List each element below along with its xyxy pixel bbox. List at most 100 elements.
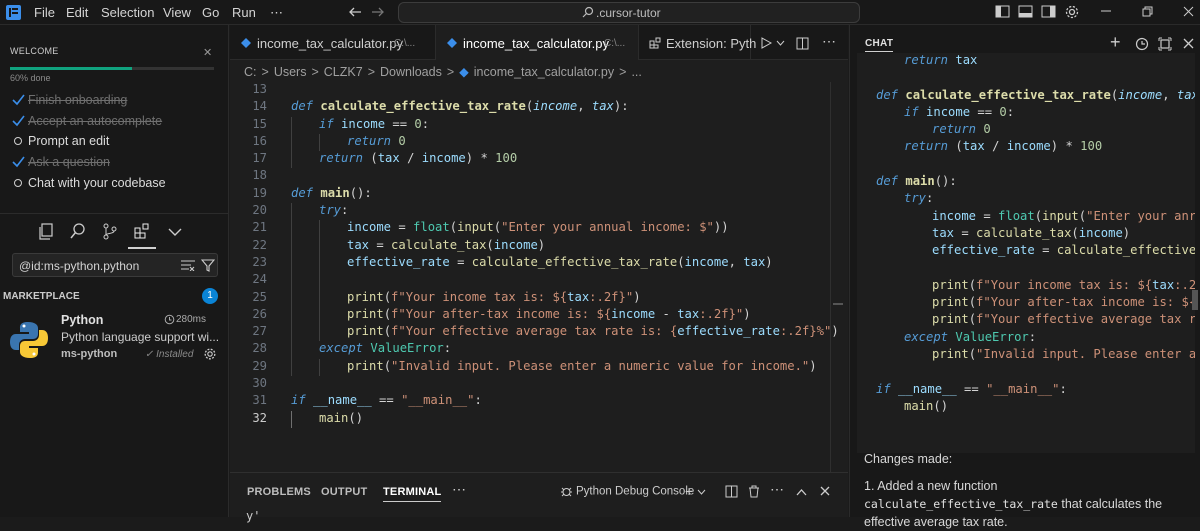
scrollbar-track[interactable] xyxy=(830,82,831,472)
source-control-icon[interactable] xyxy=(102,223,118,240)
debug-icon xyxy=(561,487,572,497)
menu-go[interactable]: Go xyxy=(202,5,219,20)
restore-icon[interactable] xyxy=(1142,6,1153,17)
history-icon[interactable] xyxy=(1135,37,1149,51)
chevron-down-icon[interactable] xyxy=(697,489,706,496)
tab-output[interactable]: OUTPUT xyxy=(321,486,367,498)
terminal-output[interactable]: y' xyxy=(246,509,260,523)
tab-terminal[interactable]: TERMINAL xyxy=(383,486,442,502)
chevron-up-icon[interactable] xyxy=(796,488,807,496)
extension-item-python[interactable]: Python 280ms Python language support wi.… xyxy=(0,308,228,368)
chevron-down-icon[interactable] xyxy=(168,227,182,237)
menu-more[interactable]: ⋯ xyxy=(270,5,283,21)
command-center-label: .cursor-tutor xyxy=(596,6,661,20)
code-text: print(f"Your income tax is: ${tax:.2f}") xyxy=(347,289,641,304)
run-icon[interactable] xyxy=(760,37,772,49)
code-text: if income == 0: xyxy=(319,116,430,131)
split-editor-icon[interactable] xyxy=(796,37,809,50)
more-actions-icon[interactable]: ⋯ xyxy=(452,481,466,498)
line-number: 20 xyxy=(252,203,267,218)
scrollbar-thumb[interactable] xyxy=(833,303,843,305)
menu-selection[interactable]: Selection xyxy=(101,5,154,20)
close-icon[interactable]: ✕ xyxy=(203,46,212,59)
breadcrumb-item[interactable]: ... xyxy=(631,65,641,79)
files-icon[interactable] xyxy=(38,223,54,240)
extensions-icon xyxy=(649,37,661,49)
gear-icon[interactable] xyxy=(1064,4,1080,20)
step-label: Chat with your codebase xyxy=(28,176,166,190)
code-text: if __name__ == "__main__": xyxy=(291,393,482,408)
tab-extension-python[interactable]: Extension: Pyth xyxy=(639,25,756,60)
close-icon[interactable] xyxy=(1183,38,1194,49)
tab-path: C:\... xyxy=(604,38,626,49)
breadcrumb-item[interactable]: Downloads xyxy=(380,65,442,79)
breadcrumb-item[interactable]: income_tax_calculator.py xyxy=(474,65,614,79)
clear-filter-icon[interactable] xyxy=(181,259,195,271)
chat-code-block[interactable]: return tax def calculate_effective_tax_r… xyxy=(857,53,1195,453)
code-text: print(f"Your effective average tax r xyxy=(932,312,1195,327)
toggle-secondary-sidebar-icon[interactable] xyxy=(1041,4,1056,19)
code-text: def calculate_effective_tax_rate(income,… xyxy=(291,99,629,114)
close-icon[interactable] xyxy=(1183,6,1194,17)
menu-edit[interactable]: Edit xyxy=(66,5,88,20)
menu-view[interactable]: View xyxy=(163,5,191,20)
tab-income-tax-calculator-2[interactable]: income_tax_calculator.py C:\... xyxy=(436,25,639,60)
code-line: 32 main() xyxy=(230,410,830,428)
code-text: try: xyxy=(319,203,349,218)
arrow-left-icon[interactable] xyxy=(348,5,362,19)
extension-search-input[interactable] xyxy=(19,257,169,274)
add-terminal-icon[interactable]: + xyxy=(685,483,693,499)
code-text: except ValueError: xyxy=(904,329,1037,344)
command-center[interactable]: .cursor-tutor xyxy=(398,2,860,23)
gear-icon[interactable] xyxy=(203,347,217,361)
line-number: 15 xyxy=(252,116,267,131)
menu-file[interactable]: File xyxy=(34,5,55,20)
tab-problems[interactable]: PROBLEMS xyxy=(247,486,311,498)
tab-bar: income_tax_calculator.py C:\... income_t… xyxy=(230,25,848,60)
terminal-selector[interactable]: Python Debug Console xyxy=(560,485,694,498)
filter-icon[interactable] xyxy=(201,258,215,272)
menu-run[interactable]: Run xyxy=(232,5,256,20)
split-terminal-icon[interactable] xyxy=(725,485,738,498)
code-text: print(f"Your after-tax income is: ${inco… xyxy=(347,306,751,321)
toggle-panel-icon[interactable] xyxy=(1018,4,1033,19)
line-number: 23 xyxy=(252,254,267,269)
code-line: except ValueError: xyxy=(857,330,1195,347)
breadcrumb-item[interactable]: C: xyxy=(244,65,257,79)
chevron-down-icon[interactable] xyxy=(776,40,785,47)
trash-icon[interactable] xyxy=(748,485,760,498)
breadcrumb-item[interactable]: Users xyxy=(274,65,307,79)
python-file-icon xyxy=(447,38,457,48)
extensions-icon[interactable] xyxy=(134,223,150,240)
line-number: 31 xyxy=(252,393,267,408)
more-actions-icon[interactable]: ⋯ xyxy=(770,481,784,498)
tab-income-tax-calculator-1[interactable]: income_tax_calculator.py C:\... xyxy=(230,25,436,60)
new-chat-icon[interactable]: + xyxy=(1110,32,1121,53)
line-number: 27 xyxy=(252,324,267,339)
search-icon[interactable] xyxy=(70,223,86,240)
maximize-icon[interactable] xyxy=(1158,37,1172,51)
code-line: 23 effective_rate = calculate_effective_t… xyxy=(230,254,830,273)
more-actions-icon[interactable]: ⋯ xyxy=(822,33,836,50)
toggle-sidebar-icon[interactable] xyxy=(995,4,1010,19)
code-text: except ValueError: xyxy=(319,341,452,356)
check-icon xyxy=(12,115,25,127)
arrow-right-icon[interactable] xyxy=(371,5,385,19)
code-editor[interactable]: 13 14 def calculate_effective_tax_rate(in… xyxy=(230,82,839,428)
scrollbar-thumb[interactable] xyxy=(1192,290,1198,310)
minimize-icon[interactable] xyxy=(1100,9,1112,13)
close-icon[interactable] xyxy=(820,486,830,496)
check-icon xyxy=(12,94,25,106)
line-number: 14 xyxy=(252,99,267,114)
code-text: print(f"Your income tax is: ${tax:.2 xyxy=(932,277,1195,292)
tab-label: income_tax_calculator.py xyxy=(257,36,403,51)
extension-name: Python xyxy=(61,313,104,327)
code-text: print(f"Your after-tax income is: ${ xyxy=(932,295,1195,310)
code-line: return tax xyxy=(857,53,1195,70)
chat-title[interactable]: CHAT xyxy=(865,38,894,52)
code-line: def calculate_effective_tax_rate(income,… xyxy=(857,88,1195,105)
breadcrumb-item[interactable]: CLZK7 xyxy=(324,65,363,79)
